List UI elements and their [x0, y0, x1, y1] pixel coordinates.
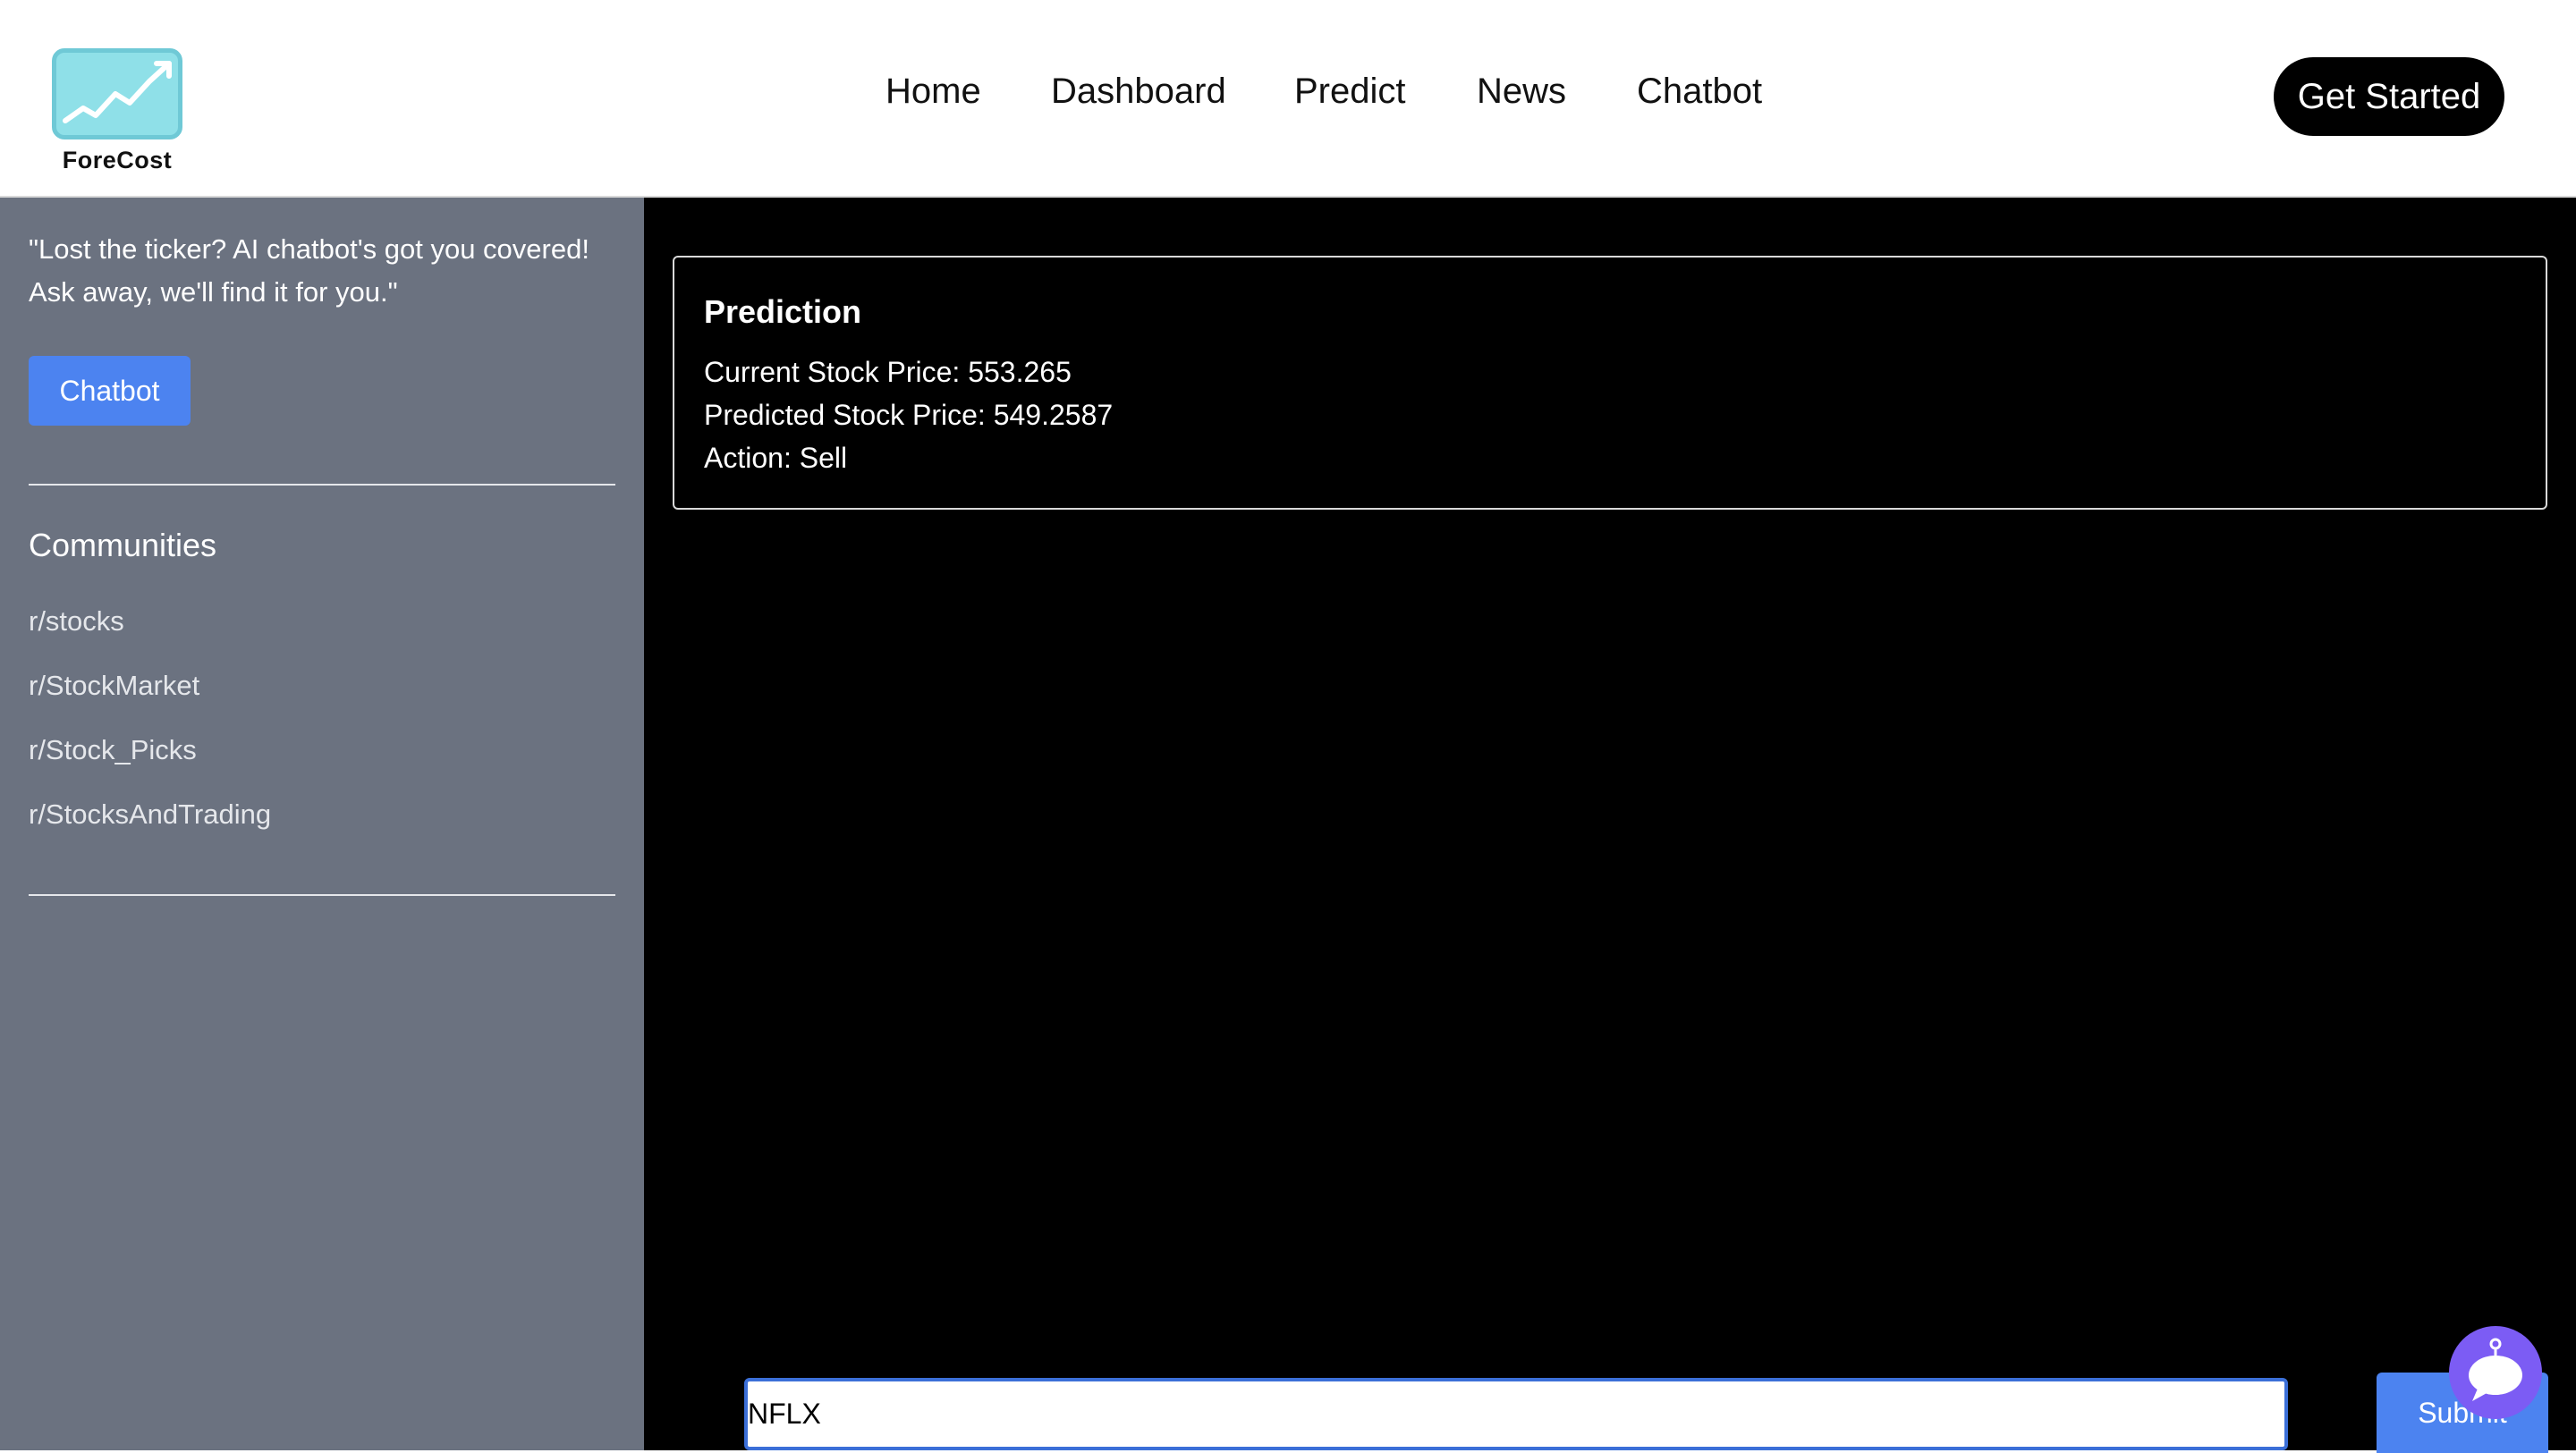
action-text: Action: Sell: [704, 442, 848, 474]
nav-dashboard[interactable]: Dashboard: [1051, 72, 1226, 112]
community-link-stockmarket[interactable]: r/StockMarket: [29, 670, 199, 702]
sidebar-chatbot-button[interactable]: Chatbot: [29, 356, 191, 426]
chatbot-promo-text: "Lost the ticker? AI chatbot's got you c…: [29, 233, 589, 308]
community-link-stocks[interactable]: r/stocks: [29, 605, 124, 638]
nav-news[interactable]: News: [1477, 72, 1566, 112]
nav-predict[interactable]: Predict: [1294, 72, 1406, 112]
main-content: Prediction Current Stock Price: 553.265 …: [644, 198, 2576, 1453]
prediction-title: Prediction: [704, 293, 862, 330]
sidebar-divider-top: [29, 484, 615, 486]
get-started-button[interactable]: Get Started: [2274, 57, 2504, 136]
top-navbar: ForeCost Home Dashboard Predict News Cha…: [0, 0, 2576, 198]
ticker-input[interactable]: [744, 1378, 2288, 1450]
community-link-stock-picks[interactable]: r/Stock_Picks: [29, 734, 197, 766]
forecost-logo[interactable]: ForeCost: [50, 46, 184, 181]
logo-text: ForeCost: [62, 147, 173, 173]
stock-chart-logo-icon: [52, 48, 182, 139]
nav-chatbot[interactable]: Chatbot: [1637, 72, 1762, 112]
current-price-text: Current Stock Price: 553.265: [704, 356, 1072, 388]
sidebar-divider-bottom: [29, 894, 615, 896]
community-link-stocksandtrading[interactable]: r/StocksAndTrading: [29, 798, 271, 831]
nav-home[interactable]: Home: [886, 72, 981, 112]
chat-widget-button[interactable]: [2449, 1326, 2542, 1419]
predicted-price-text: Predicted Stock Price: 549.2587: [704, 399, 1114, 431]
prediction-card: Prediction Current Stock Price: 553.265 …: [673, 256, 2547, 510]
chat-bubble-icon: [2469, 1338, 2522, 1401]
sidebar: "Lost the ticker? AI chatbot's got you c…: [0, 198, 644, 1450]
communities-heading: Communities: [29, 527, 217, 563]
